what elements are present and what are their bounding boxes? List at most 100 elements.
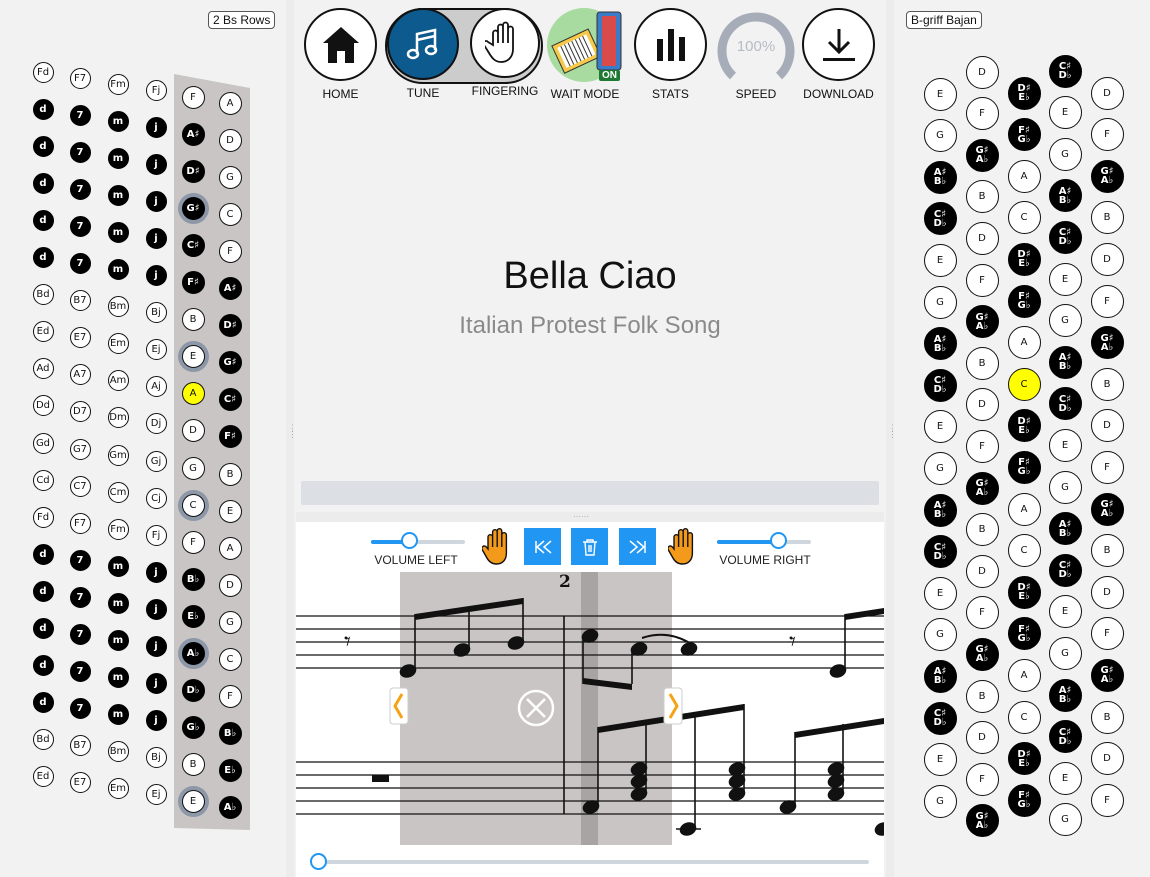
bajan-button[interactable]: E	[1048, 428, 1082, 462]
treble-button[interactable]: E♭	[218, 759, 242, 783]
bajan-button[interactable]: A	[1007, 658, 1041, 692]
bass-button[interactable]: Bj	[145, 302, 167, 324]
volume-left-knob[interactable]	[400, 532, 418, 549]
bass-button[interactable]: Em	[107, 333, 129, 355]
bajan-button[interactable]: A	[1007, 326, 1041, 360]
treble-button[interactable]: D♯	[181, 159, 205, 183]
bass-button[interactable]: j	[145, 598, 167, 620]
treble-button[interactable]: C♯	[218, 388, 242, 412]
treble-button[interactable]: G	[181, 456, 205, 480]
bajan-button[interactable]: A	[1007, 159, 1041, 193]
bass-button[interactable]: j	[145, 561, 167, 583]
bajan-button[interactable]: D♯ E♭	[1007, 409, 1041, 443]
bajan-button[interactable]: F♯ G♭	[1007, 284, 1041, 318]
bass-button[interactable]: Bd	[32, 729, 54, 751]
skip-forward-button[interactable]	[619, 528, 656, 565]
treble-button[interactable]: B	[181, 308, 205, 332]
bajan-button[interactable]: D	[965, 55, 999, 89]
treble-button[interactable]: D♭	[181, 679, 205, 703]
playback-position-knob[interactable]	[310, 853, 327, 870]
bajan-button[interactable]: D	[1090, 409, 1124, 443]
treble-button[interactable]: C♯	[181, 233, 205, 257]
bajan-button[interactable]: F	[1090, 284, 1124, 318]
bajan-button[interactable]: B	[1090, 534, 1124, 568]
sheet-music-score[interactable]: 2 𝄾 𝄾	[296, 572, 884, 847]
bass-button[interactable]: Cj	[145, 487, 167, 509]
bass-button[interactable]: Bm	[107, 296, 129, 318]
bass-button[interactable]: d	[32, 209, 54, 231]
right-layout-button[interactable]: B-griff Bajan	[906, 11, 982, 29]
bajan-button[interactable]: F	[1090, 617, 1124, 651]
bajan-button[interactable]: F	[965, 429, 999, 463]
bajan-button[interactable]: A♯ B♭	[1048, 345, 1082, 379]
bajan-button[interactable]: D	[965, 721, 999, 755]
bajan-button[interactable]: C♯ D♭	[1048, 720, 1082, 754]
bajan-button[interactable]: E	[923, 77, 957, 111]
bajan-button[interactable]: A♯ B♭	[923, 659, 957, 693]
bass-button[interactable]: j	[145, 636, 167, 657]
bajan-button[interactable]: E	[923, 410, 957, 444]
bajan-button[interactable]: E	[1048, 761, 1082, 795]
bass-button[interactable]: d	[32, 618, 54, 639]
treble-button[interactable]: B	[218, 462, 242, 486]
bajan-button[interactable]: G	[923, 618, 957, 652]
home-button[interactable]: HOME	[304, 8, 377, 101]
bass-button[interactable]: F7	[69, 67, 91, 89]
bass-button[interactable]: Am	[107, 370, 129, 392]
bass-button[interactable]: Gj	[145, 450, 167, 472]
bass-button[interactable]: Dj	[145, 413, 167, 435]
bajan-button[interactable]: G	[1048, 137, 1082, 171]
bass-button[interactable]: Ad	[32, 358, 54, 380]
bajan-button[interactable]: F♯ G♭	[1007, 450, 1041, 484]
bass-button[interactable]: E7	[69, 772, 91, 794]
bajan-button[interactable]: C	[1007, 367, 1041, 401]
bass-button[interactable]: A7	[69, 364, 91, 386]
bajan-button[interactable]: D♯ E♭	[1007, 76, 1041, 110]
bajan-button[interactable]: G	[923, 285, 957, 319]
treble-button[interactable]: B	[181, 753, 205, 777]
bajan-button[interactable]: A♯ B♭	[923, 327, 957, 361]
bajan-button[interactable]: B	[1090, 201, 1124, 235]
bajan-button[interactable]: F♯ G♭	[1007, 617, 1041, 651]
bass-button[interactable]: j	[145, 265, 167, 286]
treble-button[interactable]: A	[218, 536, 242, 560]
bass-button[interactable]: m	[107, 110, 129, 132]
treble-button[interactable]: E♭	[181, 604, 205, 628]
bajan-button[interactable]: F♯ G♭	[1007, 783, 1041, 817]
treble-button[interactable]: F	[181, 530, 205, 554]
bajan-button[interactable]: E	[923, 576, 957, 610]
treble-button[interactable]: A	[218, 91, 242, 115]
bass-button[interactable]: Fm	[107, 73, 129, 95]
treble-button[interactable]: F♯	[218, 425, 242, 449]
treble-button[interactable]: F	[218, 239, 242, 263]
bajan-button[interactable]: F	[965, 596, 999, 630]
right-splitter[interactable]: ⋮ ⋮	[886, 0, 897, 877]
bass-button[interactable]: m	[107, 147, 129, 169]
treble-button[interactable]: A	[181, 382, 205, 406]
bass-button[interactable]: m	[107, 184, 129, 206]
bass-button[interactable]: 7	[69, 586, 91, 608]
bajan-button[interactable]: A	[1007, 492, 1041, 526]
bajan-button[interactable]: F	[1090, 450, 1124, 484]
bass-button[interactable]: Gd	[32, 432, 54, 454]
left-layout-button[interactable]: 2 Bs Rows	[208, 11, 276, 29]
bajan-button[interactable]: G	[1048, 304, 1082, 338]
treble-button[interactable]: A♯	[181, 122, 205, 146]
bass-button[interactable]: C7	[69, 475, 91, 497]
bajan-button[interactable]: E	[923, 243, 957, 277]
bajan-button[interactable]: G	[1048, 470, 1082, 504]
volume-right-knob[interactable]	[770, 532, 788, 549]
bajan-button[interactable]: C♯ D♭	[1048, 54, 1082, 88]
bass-button[interactable]: Cm	[107, 481, 129, 503]
treble-button[interactable]: G♯	[181, 196, 205, 220]
bass-button[interactable]: 7	[69, 178, 91, 200]
bajan-button[interactable]: B	[1090, 700, 1124, 734]
bajan-button[interactable]: D♯ E♭	[1007, 242, 1041, 276]
bajan-button[interactable]: G♯ A♭	[965, 637, 999, 671]
bajan-button[interactable]: G♯ A♭	[965, 804, 999, 838]
bass-button[interactable]: d	[32, 172, 54, 194]
bass-button[interactable]: Ed	[32, 321, 54, 343]
bajan-button[interactable]: E	[1048, 96, 1082, 130]
treble-button[interactable]: B♭	[181, 567, 205, 591]
right-hand-icon[interactable]	[668, 527, 698, 567]
